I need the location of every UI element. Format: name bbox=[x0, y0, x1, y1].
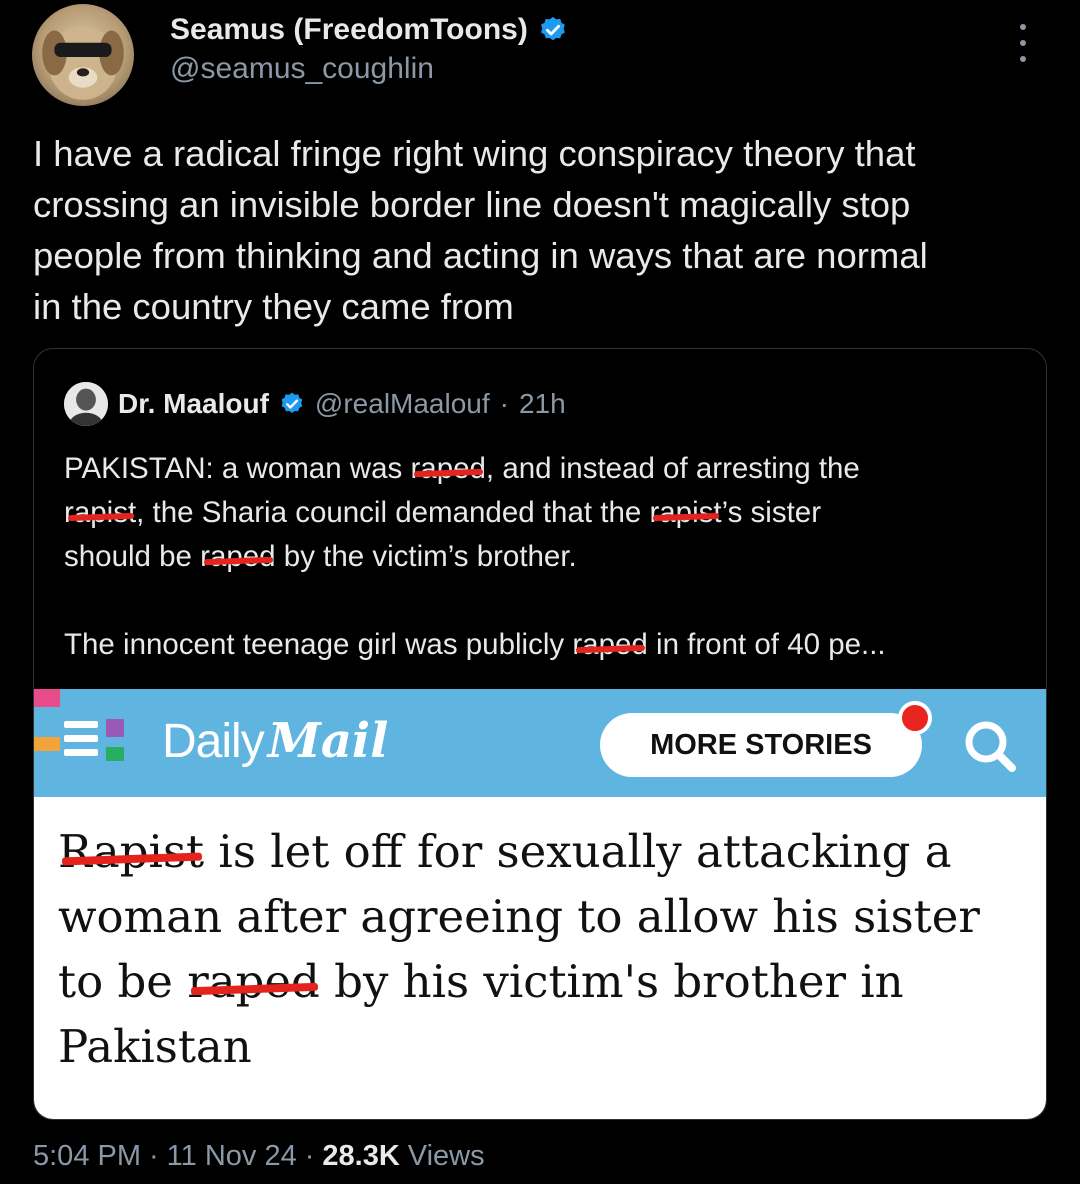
quoted-author-avatar[interactable] bbox=[64, 382, 108, 426]
article-headline: Rapist is let off for sexually attacking… bbox=[58, 819, 1028, 1079]
tweet-meta-footer: 5:04 PM · 11 Nov 24 · 28.3K Views bbox=[33, 1140, 485, 1173]
quoted-author-handle[interactable]: @realMaalouf bbox=[315, 388, 490, 420]
dailymail-logo[interactable]: Daily Mail bbox=[162, 713, 388, 769]
hamburger-menu-icon[interactable] bbox=[64, 719, 98, 759]
text-segment: , and instead of arresting the bbox=[485, 452, 860, 485]
author-avatar[interactable] bbox=[32, 4, 134, 106]
dailymail-header-bar: Daily Mail MORE STORIES bbox=[34, 689, 1046, 797]
text-segment: in front of 40 pe... bbox=[647, 628, 886, 661]
search-icon[interactable] bbox=[956, 715, 1026, 775]
separator-dot: · bbox=[499, 388, 509, 419]
text-segment: , the Sharia council demanded that the bbox=[136, 496, 650, 529]
quoted-paragraph-2: The innocent teenage girl was publicly r… bbox=[64, 623, 1024, 667]
text-segment: by the victim’s brother. bbox=[275, 540, 577, 573]
quoted-timestamp[interactable]: 21h bbox=[519, 388, 566, 420]
quoted-tweet-text: PAKISTAN: a woman was raped, and instead… bbox=[64, 447, 1024, 667]
logo-mail-text: Mail bbox=[267, 713, 389, 769]
color-block-decoration bbox=[34, 689, 60, 707]
views-count[interactable]: 28.3K bbox=[322, 1140, 399, 1173]
separator-dot: · bbox=[304, 1140, 315, 1172]
dog-avatar-image bbox=[42, 26, 124, 100]
views-label: Views bbox=[407, 1140, 485, 1172]
separator-dot: · bbox=[149, 1140, 159, 1172]
redacted-word: raped bbox=[572, 623, 647, 667]
quoted-paragraph-1: PAKISTAN: a woman was raped, and instead… bbox=[64, 447, 1024, 579]
text-segment: PAKISTAN: a woman was bbox=[64, 452, 411, 485]
author-name-row: Seamus (FreedomToons) bbox=[170, 10, 568, 50]
notification-dot-icon bbox=[898, 701, 932, 735]
quoted-author-name[interactable]: Dr. Maalouf bbox=[118, 388, 269, 420]
article-card[interactable]: Rapist is let off for sexually attacking… bbox=[34, 797, 1046, 1119]
redacted-word: Rapist bbox=[58, 819, 204, 884]
quoted-tweet-card[interactable]: Dr. Maalouf @realMaalouf · 21h PAKISTAN:… bbox=[33, 348, 1047, 1120]
redacted-word: raped bbox=[187, 949, 320, 1014]
color-block-decoration bbox=[106, 747, 124, 761]
text-segment: The innocent teenage girl was publicly bbox=[64, 628, 573, 661]
text-segment: ’s sister bbox=[721, 496, 822, 529]
more-stories-button[interactable]: MORE STORIES bbox=[600, 713, 922, 777]
verified-badge-icon bbox=[540, 16, 565, 41]
person-avatar-image bbox=[64, 382, 108, 426]
verified-badge-icon bbox=[281, 392, 303, 413]
color-block-decoration bbox=[106, 719, 124, 737]
tweet-text: I have a radical fringe right wing consp… bbox=[33, 133, 928, 327]
redacted-word: raped bbox=[200, 535, 275, 579]
logo-daily-text: Daily bbox=[162, 715, 265, 768]
quoted-tweet-header: Dr. Maalouf @realMaalouf · 21h bbox=[64, 381, 566, 427]
redacted-word: rapist bbox=[649, 491, 721, 535]
redacted-word: raped bbox=[410, 447, 485, 491]
author-handle[interactable]: @seamus_coughlin bbox=[170, 52, 434, 86]
post-date[interactable]: 11 Nov 24 bbox=[167, 1140, 297, 1173]
text-segment: should be bbox=[64, 540, 201, 573]
redacted-word: rapist bbox=[64, 491, 136, 535]
author-display-name[interactable]: Seamus (FreedomToons) bbox=[170, 13, 528, 47]
post-time[interactable]: 5:04 PM bbox=[33, 1140, 141, 1173]
color-block-decoration bbox=[34, 737, 60, 751]
more-options-icon[interactable] bbox=[1008, 18, 1038, 68]
